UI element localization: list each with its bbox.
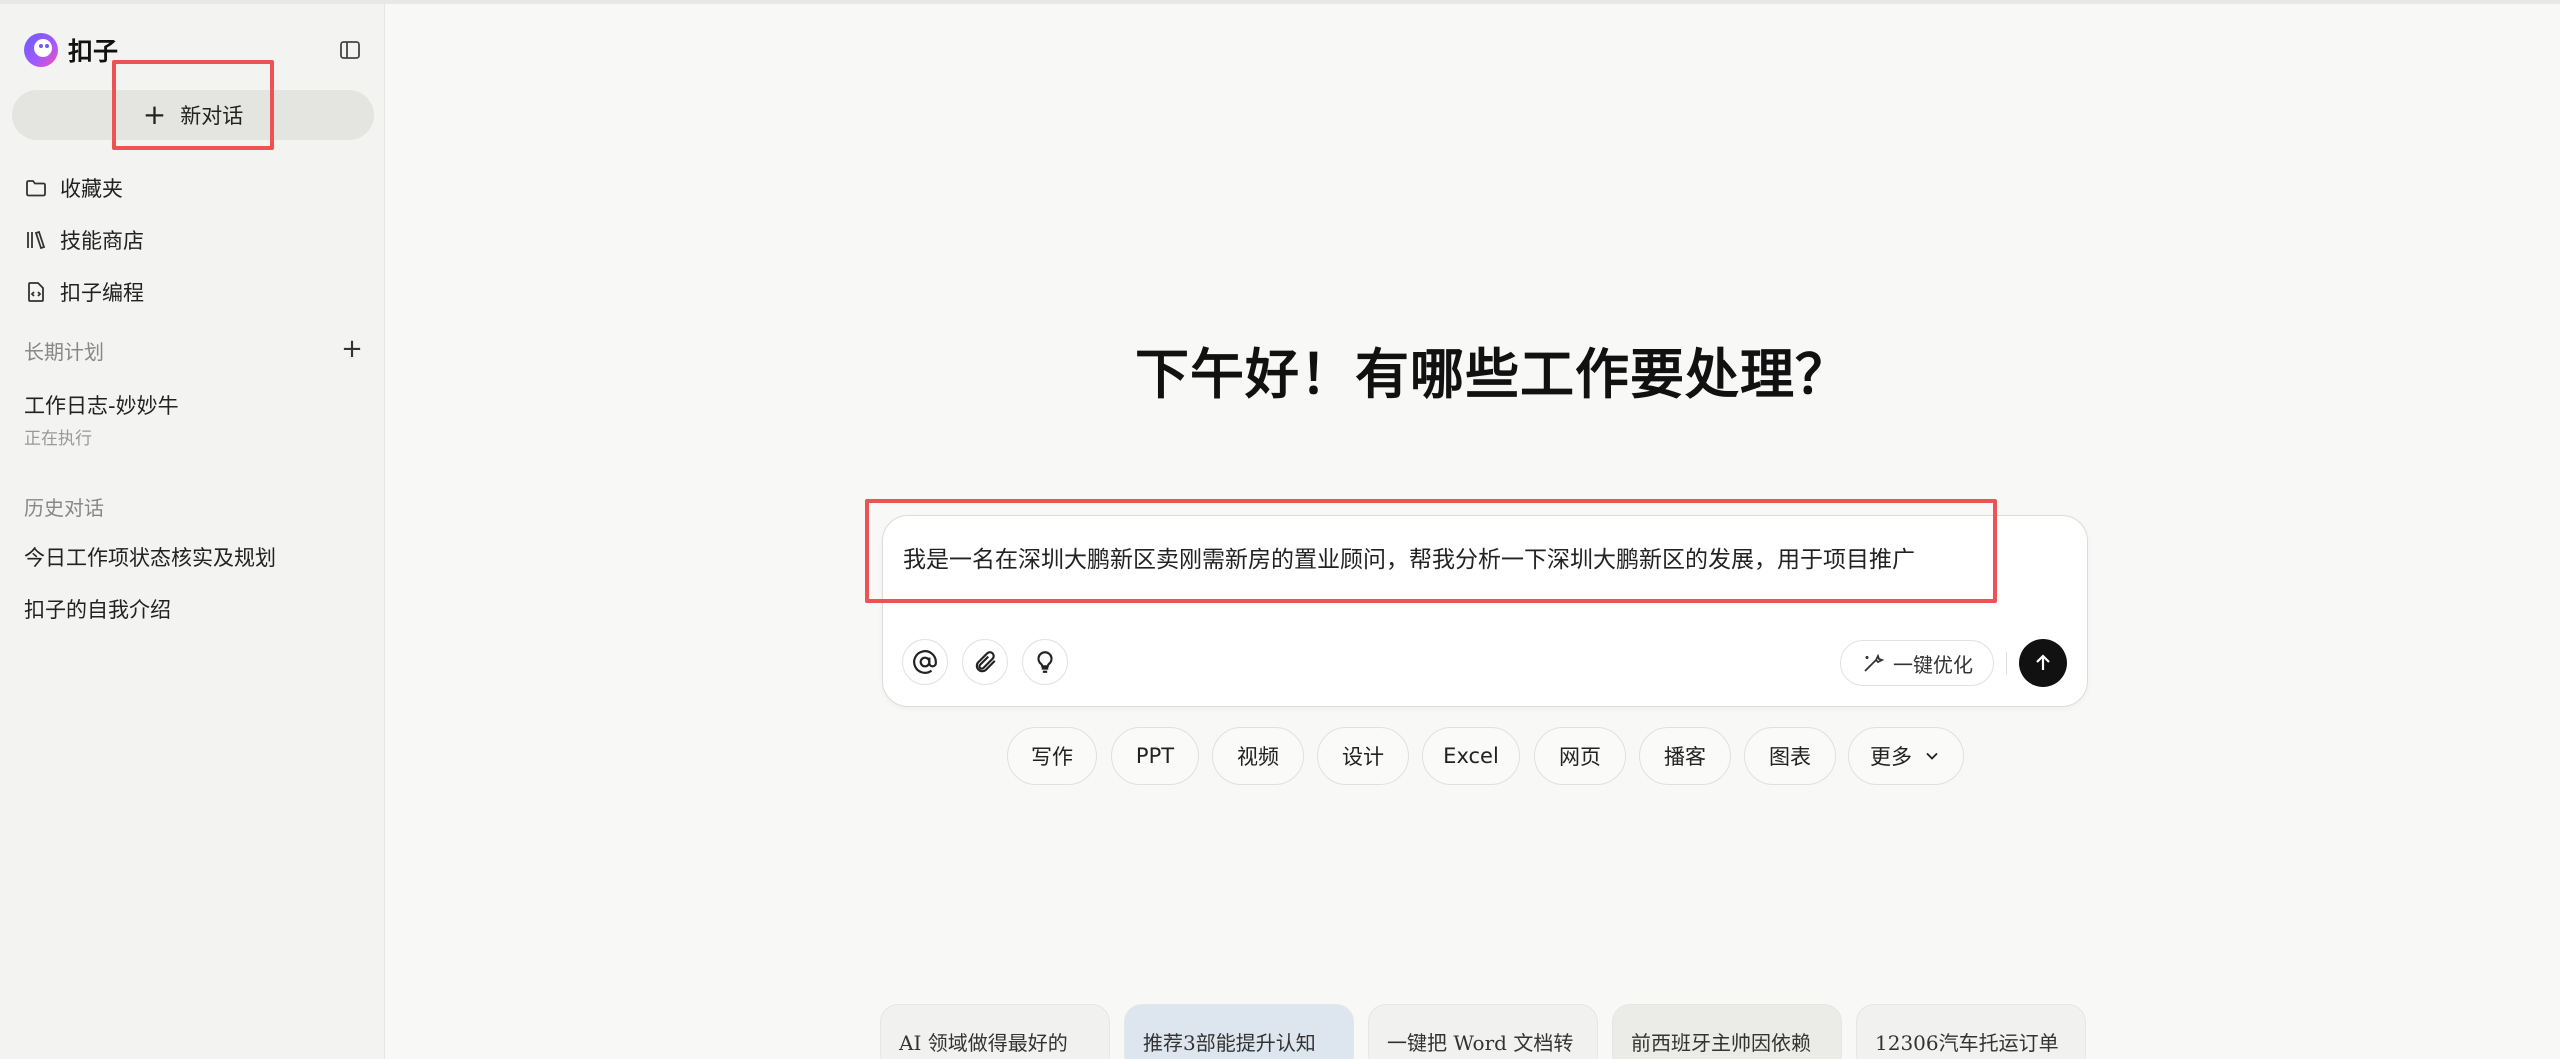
chip-design[interactable]: 设计 <box>1317 727 1409 785</box>
highlight-box-input <box>865 499 1997 603</box>
mention-button[interactable] <box>902 639 948 685</box>
page-title: 下午好！有哪些工作要处理？ <box>1135 342 1850 406</box>
attach-button[interactable] <box>962 639 1008 685</box>
sidebar-item-label: 扣子编程 <box>60 281 144 305</box>
chip-podcast[interactable]: 播客 <box>1639 727 1731 785</box>
coze-logo-icon <box>22 31 60 69</box>
chip-chart[interactable]: 图表 <box>1744 727 1836 785</box>
lightbulb-icon <box>1037 651 1053 673</box>
suggestion-card[interactable]: 前西班牙主帅因依赖 <box>1612 1004 1842 1059</box>
plan-item-status: 正在执行 <box>24 429 92 449</box>
history-item[interactable]: 扣子的自我介绍 <box>24 594 171 624</box>
optimize-button[interactable]: 一键优化 <box>1840 640 1994 686</box>
chip-writing[interactable]: 写作 <box>1007 727 1097 785</box>
logo[interactable]: 扣子 <box>22 30 118 70</box>
sidebar-item-label: 收藏夹 <box>60 177 123 201</box>
suggestion-card[interactable]: AI 领域做得最好的 <box>880 1004 1110 1059</box>
plans-section-title: 长期计划 <box>24 340 104 364</box>
inspiration-button[interactable] <box>1022 639 1068 685</box>
magic-wand-icon <box>1864 653 1885 672</box>
paperclip-icon <box>975 651 996 673</box>
app-name: 扣子 <box>68 37 119 66</box>
plan-item-title[interactable]: 工作日志-妙妙牛 <box>24 390 179 420</box>
divider <box>2006 652 2007 674</box>
highlight-box-new-chat <box>112 60 274 150</box>
sidebar-item-label: 技能商店 <box>60 229 144 253</box>
library-icon <box>27 230 46 250</box>
folder-icon <box>26 180 46 197</box>
suggestion-card[interactable]: 推荐3部能提升认知 <box>1124 1004 1354 1059</box>
suggestion-card[interactable]: 一键把 Word 文档转 <box>1368 1004 1598 1059</box>
chip-video[interactable]: 视频 <box>1212 727 1304 785</box>
history-item[interactable]: 今日工作项状态核实及规划 <box>24 542 276 572</box>
chip-ppt[interactable]: PPT <box>1111 727 1199 785</box>
optimize-label: 一键优化 <box>1893 652 1973 677</box>
chip-more[interactable]: 更多 <box>1848 727 1964 785</box>
suggestion-card[interactable]: 12306汽车托运订单 <box>1856 1004 2086 1059</box>
add-plan-icon[interactable]: + <box>340 336 364 362</box>
sidebar: 扣子 + 新对话 收藏夹 技能商店 扣子编程 长期计划 + 工作日志-妙妙牛 正… <box>0 4 385 1059</box>
arrow-up-icon <box>2036 654 2050 670</box>
send-button[interactable] <box>2019 639 2067 687</box>
chip-webpage[interactable]: 网页 <box>1534 727 1626 785</box>
chevron-down-icon <box>1926 752 1938 760</box>
history-section-title: 历史对话 <box>24 496 104 520</box>
chip-excel[interactable]: Excel <box>1422 727 1520 785</box>
sidebar-item-skill-store[interactable]: 技能商店 <box>24 222 144 258</box>
sidebar-toggle-icon[interactable] <box>334 34 366 66</box>
at-icon <box>913 650 937 674</box>
chip-more-label: 更多 <box>1870 745 1912 769</box>
code-file-icon <box>28 282 44 302</box>
sidebar-item-favorites[interactable]: 收藏夹 <box>24 170 123 206</box>
sidebar-item-coze-coding[interactable]: 扣子编程 <box>24 274 144 310</box>
